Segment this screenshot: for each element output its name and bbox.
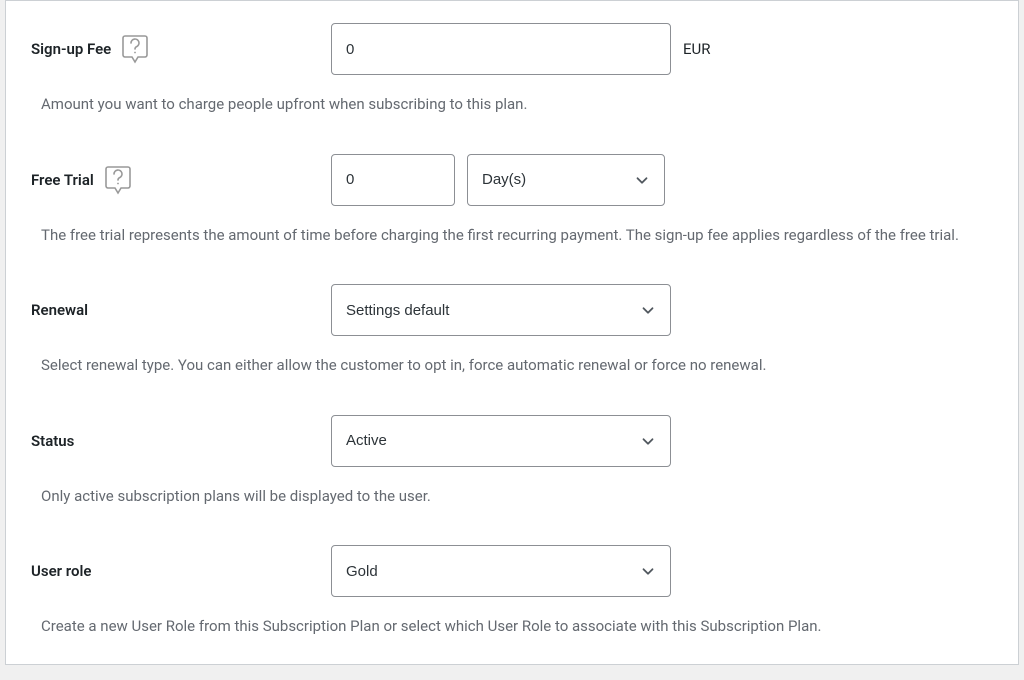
free-trial-label: Free Trial <box>31 166 331 194</box>
user-role-row: User role Gold Create a new User Role fr… <box>6 507 1018 638</box>
signup-fee-label: Sign-up Fee <box>31 35 331 63</box>
help-icon[interactable] <box>104 166 132 194</box>
help-icon[interactable] <box>121 35 149 63</box>
renewal-label-text: Renewal <box>31 301 88 319</box>
free-trial-label-text: Free Trial <box>31 171 94 189</box>
renewal-label: Renewal <box>31 301 331 319</box>
status-row: Status Active Only active subscription p… <box>6 377 1018 508</box>
free-trial-help: The free trial represents the amount of … <box>31 224 993 247</box>
signup-fee-input[interactable] <box>331 23 671 75</box>
free-trial-input[interactable] <box>331 154 455 206</box>
currency-suffix: EUR <box>683 40 711 58</box>
user-role-label: User role <box>31 562 331 580</box>
status-label-text: Status <box>31 432 74 450</box>
renewal-row: Renewal Settings default Select renewal … <box>6 246 1018 377</box>
free-trial-row: Free Trial Day(s) <box>6 116 1018 247</box>
status-help: Only active subscription plans will be d… <box>31 485 993 508</box>
user-role-select[interactable]: Gold <box>331 545 671 597</box>
status-select[interactable]: Active <box>331 415 671 467</box>
renewal-select[interactable]: Settings default <box>331 284 671 336</box>
user-role-help: Create a new User Role from this Subscri… <box>31 615 993 638</box>
status-label: Status <box>31 432 331 450</box>
signup-fee-row: Sign-up Fee EUR Amount you want to charg… <box>6 1 1018 116</box>
signup-fee-label-text: Sign-up Fee <box>31 40 111 58</box>
user-role-label-text: User role <box>31 562 91 580</box>
signup-fee-help: Amount you want to charge people upfront… <box>31 93 993 116</box>
subscription-settings-panel: Sign-up Fee EUR Amount you want to charg… <box>5 0 1019 665</box>
renewal-help: Select renewal type. You can either allo… <box>31 354 993 377</box>
free-trial-unit-select[interactable]: Day(s) <box>467 154 665 206</box>
